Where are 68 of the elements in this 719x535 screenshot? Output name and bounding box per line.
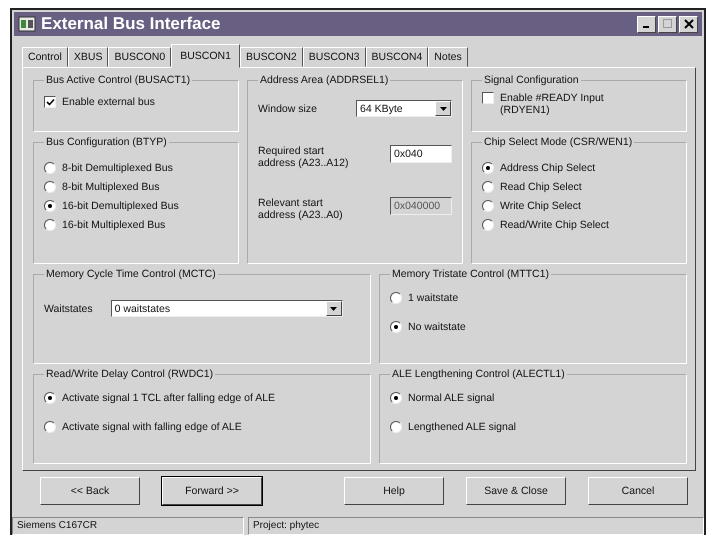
radio-label: Write Chip Select	[500, 200, 581, 212]
checkbox-label: Enable external bus	[62, 96, 155, 108]
group-title: ALE Lengthening Control (ALECTL1)	[391, 368, 566, 380]
minimize-icon[interactable]	[637, 16, 656, 32]
group-title: Memory Tristate Control (MTTC1)	[391, 268, 550, 280]
radio-label: Activate signal with falling edge of ALE	[62, 421, 242, 433]
group-title: Bus Configuration (BTYP)	[45, 136, 168, 148]
tab[interactable]: XBUS	[68, 47, 108, 67]
dialog-button[interactable]: Forward >>	[162, 477, 262, 505]
radio-label: Read/Write Chip Select	[500, 219, 609, 231]
dialog-button[interactable]: Cancel	[588, 477, 688, 505]
app-icon	[18, 15, 36, 33]
checkbox-label: Enable #READY Input (RDYEN1)	[500, 92, 605, 116]
tab[interactable]: BUSCON0	[108, 47, 172, 67]
field-label: Required start address (A23..A12)	[258, 145, 350, 169]
radio-label: Read Chip Select	[500, 181, 582, 193]
field-label: Relevant start address (A23..A0)	[258, 197, 344, 221]
radio-button[interactable]	[390, 292, 402, 304]
group-title: Chip Select Mode (CSR/WEN1)	[483, 136, 634, 148]
group-title: Read/Write Delay Control (RWDC1)	[45, 368, 214, 380]
tab[interactable]: BUSCON1	[171, 44, 240, 68]
group-title: Signal Configuration	[483, 74, 580, 86]
dialog-button[interactable]: Help	[344, 477, 444, 505]
radio-button[interactable]	[482, 181, 494, 193]
dialog-button[interactable]: Save & Close	[466, 477, 566, 505]
radio-button[interactable]	[482, 219, 494, 231]
input-field[interactable]: 0x040	[390, 145, 452, 163]
group-title: Address Area (ADDRSEL1)	[259, 74, 390, 86]
radio-label: 8-bit Multiplexed Bus	[62, 181, 160, 193]
checkbox[interactable]	[44, 96, 56, 108]
maximize-icon[interactable]	[658, 16, 677, 32]
radio-button[interactable]	[44, 162, 56, 174]
radio-label: Activate signal 1 TCL after falling edge of ALE	[62, 392, 276, 404]
radio-button[interactable]	[44, 181, 56, 193]
radio-button[interactable]	[44, 219, 56, 231]
radio-label: 1 waitstate	[408, 292, 458, 304]
radio-label: 16-bit Demultiplexed Bus	[62, 200, 179, 212]
radio-label: Normal ALE signal	[408, 392, 494, 404]
status-bar-text: Siemens C167CR	[12, 517, 244, 535]
radio-button[interactable]	[482, 162, 494, 174]
radio-button[interactable]	[44, 200, 56, 212]
tab[interactable]: BUSCON4	[366, 47, 428, 67]
radio-button[interactable]	[44, 392, 56, 404]
field-label: Waitstates	[44, 302, 93, 314]
group-title: Bus Active Control (BUSACT1)	[45, 74, 192, 86]
radio-button[interactable]	[390, 392, 402, 404]
tab[interactable]: BUSCON2	[240, 47, 303, 67]
radio-button[interactable]	[390, 421, 402, 433]
radio-label: 8-bit Demultiplexed Bus	[62, 162, 173, 174]
checkbox[interactable]	[482, 92, 494, 104]
tab[interactable]: BUSCON3	[302, 47, 366, 67]
radio-label: No waitstate	[408, 321, 466, 333]
radio-label: Address Chip Select	[500, 162, 596, 174]
radio-button[interactable]	[482, 200, 494, 212]
radio-label: 16-bit Multiplexed Bus	[62, 219, 166, 231]
radio-button[interactable]	[44, 421, 56, 433]
dropdown[interactable]: 64 KByte	[356, 100, 452, 117]
radio-button[interactable]	[390, 321, 402, 333]
group-title: Memory Cycle Time Control (MCTC)	[45, 268, 217, 280]
radio-label: Lengthened ALE signal	[408, 421, 516, 433]
field-label: Window size	[258, 102, 317, 114]
tab[interactable]: Notes	[428, 47, 468, 67]
close-icon[interactable]	[679, 16, 698, 32]
tab[interactable]: Control	[22, 47, 68, 67]
dialog-button[interactable]: << Back	[40, 477, 140, 505]
window-title: External Bus Interface	[41, 14, 221, 34]
dropdown[interactable]: 0 waitstates	[110, 300, 343, 317]
status-bar-text: Project: phytec	[248, 517, 704, 535]
